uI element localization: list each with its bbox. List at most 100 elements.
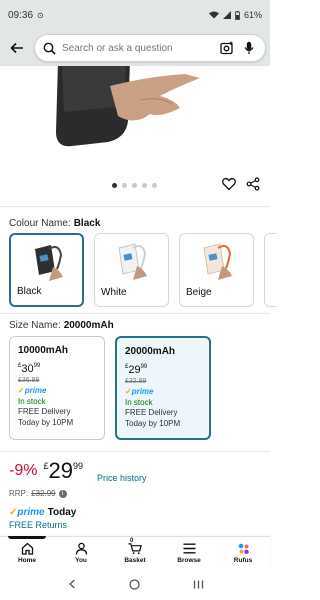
system-home-button[interactable]	[128, 577, 142, 591]
recents-icon	[193, 580, 203, 588]
section-divider	[0, 451, 270, 452]
colour-option-label: Black	[17, 286, 42, 297]
rrp-value: £32.99	[31, 489, 56, 498]
notification-icon: ⊙	[37, 10, 44, 20]
size-options: 10000mAh £3099 £36.99 ✓prime In stock FR…	[9, 336, 211, 440]
size-option-price: £2999	[125, 363, 148, 376]
colour-label: Colour Name:	[9, 218, 71, 229]
system-recents-button[interactable]	[191, 577, 205, 591]
carousel-dot[interactable]	[132, 183, 137, 188]
colour-option-label: White	[101, 287, 127, 298]
carousel-dot[interactable]	[122, 183, 127, 188]
circle-icon	[129, 578, 141, 590]
rrp-label: RRP:	[9, 489, 29, 498]
carousel-dot[interactable]	[152, 183, 157, 188]
wifi-icon	[208, 11, 219, 19]
prime-check-icon: ✓	[18, 385, 25, 395]
colour-option-label: Beige	[186, 287, 212, 298]
price-row: -9% £29 99	[9, 458, 83, 484]
status-bar: 09:36 ⊙ 61%	[0, 0, 270, 30]
size-option-10000mah[interactable]: 10000mAh £3099 £36.99 ✓prime In stock FR…	[9, 336, 105, 440]
status-time: 09:36	[8, 9, 34, 21]
colour-option-black[interactable]: Black	[9, 233, 84, 307]
free-returns-link[interactable]: FREE Returns	[9, 520, 67, 530]
stock-status: In stock	[125, 397, 153, 407]
prime-delivery-row: ✓prime Today	[9, 507, 76, 518]
section-divider	[0, 206, 270, 207]
size-option-price: £3099	[18, 362, 41, 375]
nav-home[interactable]: Home	[0, 536, 54, 568]
prime-badge: ✓prime	[9, 507, 45, 518]
delivery-date: Today by 10PM	[18, 418, 74, 428]
camera-search-button[interactable]	[219, 40, 235, 56]
share-button[interactable]	[246, 177, 260, 191]
delivery-line: FREE Delivery	[125, 408, 178, 418]
system-back-button[interactable]	[65, 577, 79, 591]
product-image[interactable]	[0, 66, 270, 166]
nav-you[interactable]: You	[54, 537, 108, 568]
wishlist-button[interactable]	[222, 177, 236, 191]
basket-count: 0	[130, 538, 134, 544]
search-input[interactable]	[62, 42, 213, 54]
colour-option-more[interactable]	[264, 233, 276, 307]
rufus-icon	[236, 541, 250, 555]
home-icon	[20, 541, 34, 555]
nav-label: Browse	[177, 557, 201, 564]
size-label-row: Size Name: 20000mAh	[9, 320, 114, 331]
stock-status: In stock	[18, 396, 46, 406]
prime-check-icon: ✓	[125, 386, 132, 396]
search-box[interactable]	[34, 34, 266, 62]
info-icon[interactable]: i	[58, 489, 67, 498]
power-bank-photo	[0, 66, 270, 166]
user-icon	[74, 541, 88, 555]
nav-label: Basket	[124, 557, 146, 564]
prime-badge: ✓prime	[125, 386, 154, 396]
prime-badge: ✓prime	[18, 385, 47, 395]
price-history-link[interactable]: Price history	[97, 473, 147, 483]
colour-options: Black White Beige	[9, 233, 276, 307]
size-option-name: 20000mAh	[125, 346, 176, 357]
search-icon	[43, 42, 56, 55]
app-header	[0, 30, 270, 66]
carousel-dot[interactable]	[142, 183, 147, 188]
size-option-name: 10000mAh	[18, 345, 69, 356]
menu-icon	[182, 541, 196, 555]
status-icons: 61%	[208, 10, 262, 20]
rrp-row: RRP: £32.99 i	[9, 489, 67, 498]
carousel-dot[interactable]	[112, 183, 117, 188]
nav-label: You	[75, 557, 87, 564]
battery-icon	[235, 10, 240, 20]
nav-label: Rufus	[233, 557, 253, 564]
nav-basket[interactable]: 0 Basket	[108, 537, 162, 568]
chevron-left-icon	[68, 579, 75, 589]
delivery-day: Today	[47, 507, 77, 518]
heart-icon	[222, 177, 236, 191]
black-variant-thumbnail	[35, 245, 63, 281]
section-divider	[0, 313, 270, 314]
arrow-left-icon	[10, 42, 23, 54]
size-option-20000mah[interactable]: 20000mAh £2999 £32.99 ✓prime In stock FR…	[115, 336, 211, 440]
voice-search-button[interactable]	[241, 40, 257, 56]
cellular-icon	[222, 11, 231, 19]
beige-variant-thumbnail	[203, 243, 232, 280]
white-variant-thumbnail	[118, 243, 147, 280]
current-price: £29 99	[43, 458, 83, 483]
nav-browse[interactable]: Browse	[162, 537, 216, 568]
nav-rufus[interactable]: Rufus	[216, 537, 270, 568]
share-icon	[246, 177, 260, 191]
image-carousel-dots[interactable]	[112, 183, 157, 188]
delivery-date: Today by 10PM	[125, 419, 181, 429]
delivery-line: FREE Delivery	[18, 407, 71, 417]
size-selected-value: 20000mAh	[63, 320, 114, 331]
battery-level: 61%	[243, 10, 262, 20]
size-option-was-price: £36.99	[18, 377, 40, 385]
nav-label: Home	[17, 557, 37, 564]
discount-percent: -9%	[9, 462, 38, 479]
size-option-was-price: £32.99	[125, 378, 147, 386]
bottom-navigation: Home You 0 Basket Browse Rufus	[0, 536, 270, 568]
colour-option-beige[interactable]: Beige	[179, 233, 254, 307]
colour-option-white[interactable]: White	[94, 233, 169, 307]
size-label: Size Name:	[9, 320, 61, 331]
back-button[interactable]	[6, 37, 28, 59]
colour-selected-value: Black	[73, 218, 101, 229]
